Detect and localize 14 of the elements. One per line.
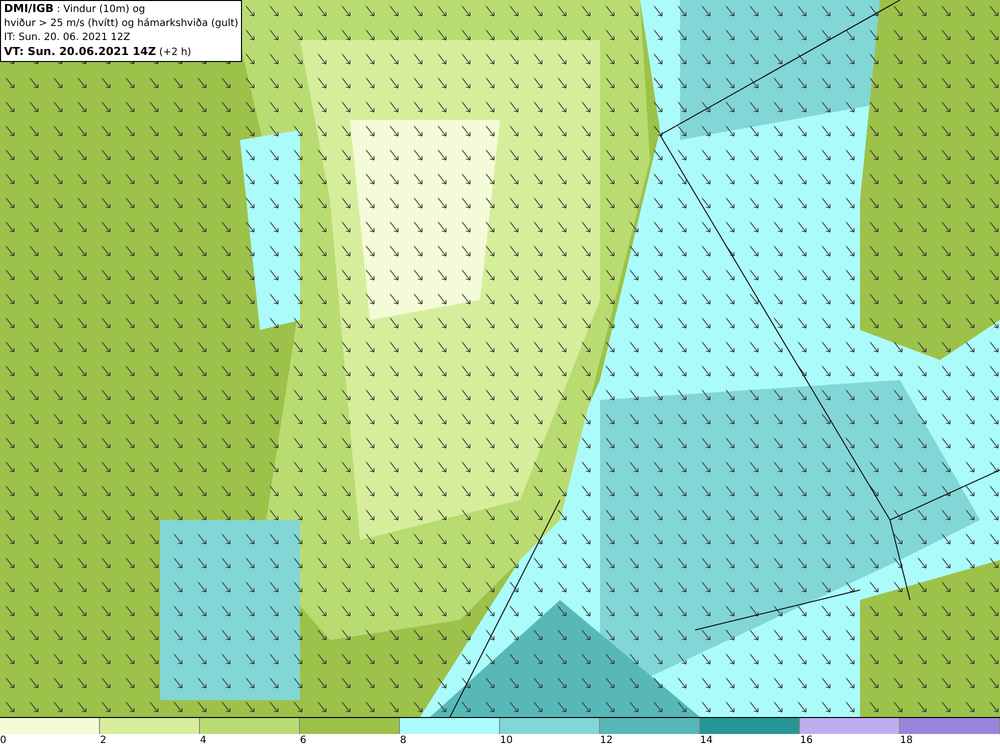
legend-label: 12 (600, 734, 614, 747)
legend-label: 10 (500, 734, 514, 747)
title-line: VT: Sun. 20.06.2021 14Z (+2 h) (4, 45, 192, 60)
legend-label: 0 (0, 734, 8, 747)
legend-label: 4 (200, 734, 208, 747)
legend-label: 18 (900, 734, 914, 747)
title-line: IT: Sun. 20. 06. 2021 12Z (4, 31, 132, 45)
title-line: DMI/IGB : Vindur (10m) og (4, 2, 146, 17)
title-line: hviður > 25 m/s (hvítt) og hámarkshviða (gult) (4, 17, 238, 31)
legend-label: 8 (400, 734, 408, 747)
legend-label: 2 (100, 734, 108, 747)
legend-label: 14 (700, 734, 714, 747)
legend-label: 6 (300, 734, 308, 747)
legend-label: 16 (800, 734, 814, 747)
